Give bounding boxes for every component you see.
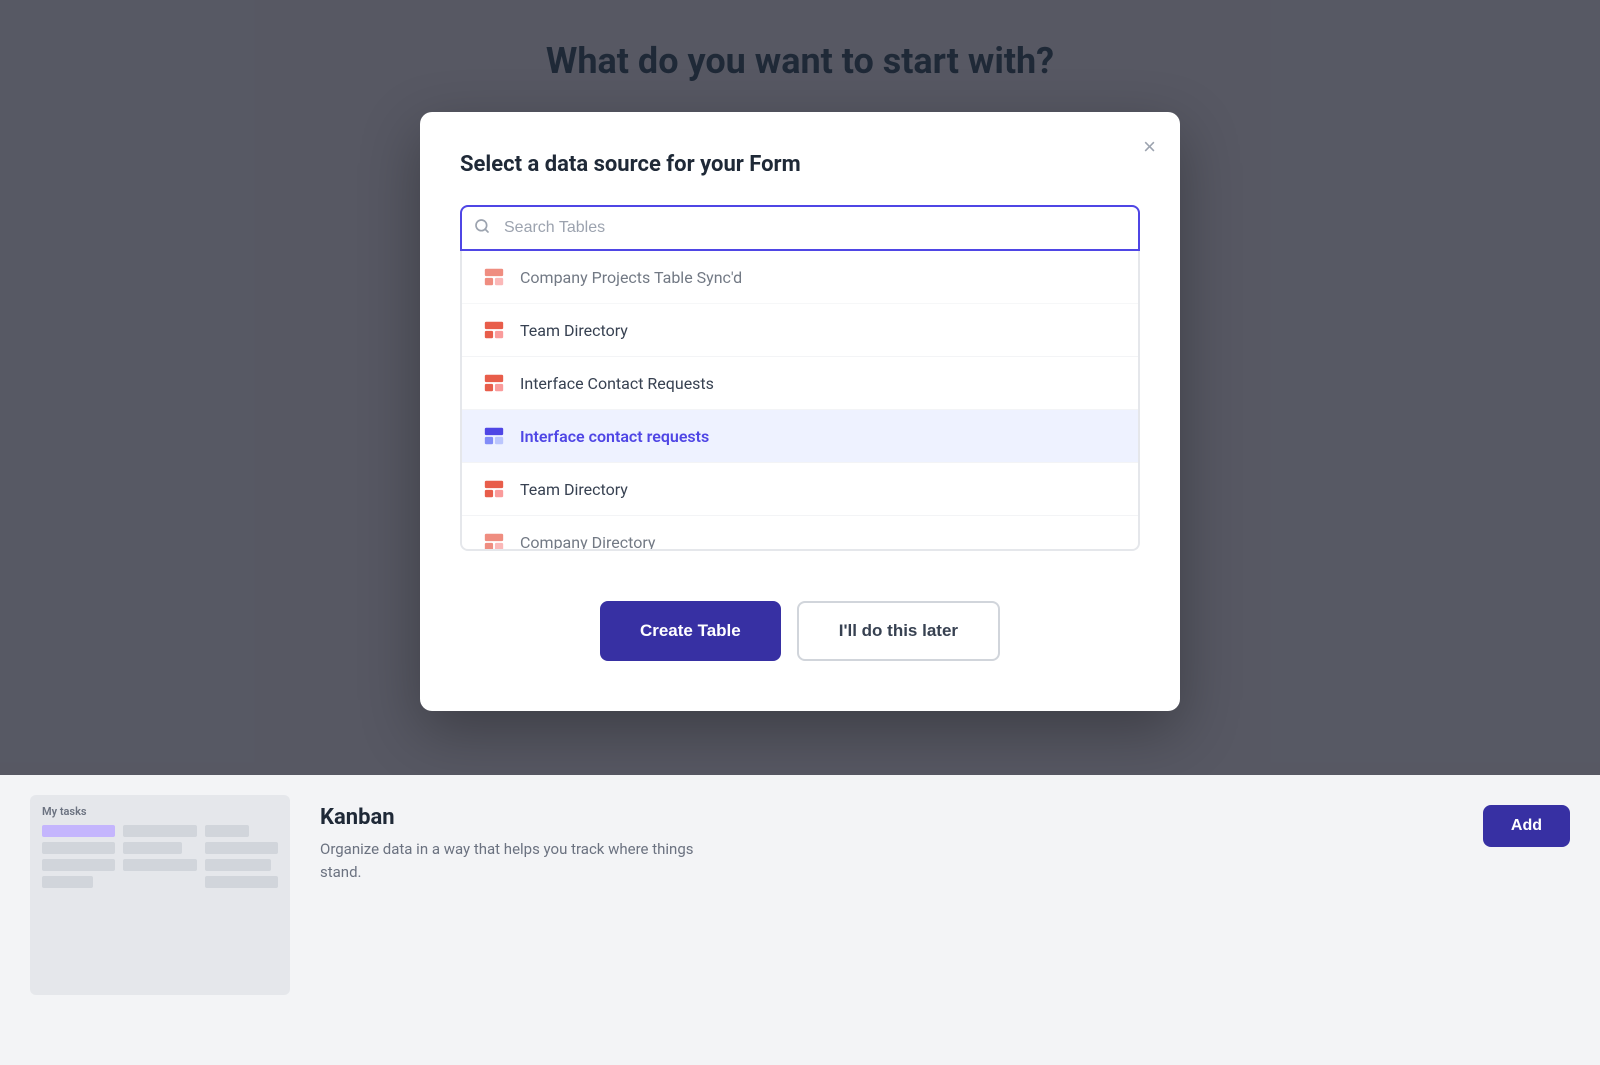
- search-icon: [474, 218, 490, 238]
- bottom-strip: My tasks Kanban Organize data in a: [0, 775, 1600, 1065]
- close-button[interactable]: ×: [1139, 132, 1160, 162]
- add-button[interactable]: Add: [1483, 805, 1570, 847]
- table-list-item[interactable]: Team Directory: [462, 304, 1138, 357]
- table-list: Company Projects Table Sync'd Team Direc…: [460, 251, 1140, 551]
- modal-title: Select a data source for your Form: [460, 152, 1140, 177]
- modal: × Select a data source for your Form Com…: [420, 112, 1180, 711]
- table-list-item[interactable]: Company Directory: [462, 516, 1138, 551]
- kanban-description: Organize data in a way that helps you tr…: [320, 838, 720, 883]
- table-item-name: Team Directory: [520, 321, 628, 340]
- table-icon: [482, 530, 506, 551]
- table-list-item[interactable]: Interface Contact Requests: [462, 357, 1138, 410]
- table-list-item[interactable]: Company Projects Table Sync'd: [462, 251, 1138, 304]
- table-list-item[interactable]: Interface contact requests: [462, 410, 1138, 463]
- kanban-preview: My tasks: [30, 795, 290, 995]
- modal-buttons: Create Table I'll do this later: [460, 601, 1140, 661]
- table-item-name: Interface Contact Requests: [520, 374, 714, 393]
- table-item-name: Interface contact requests: [520, 427, 709, 446]
- table-icon: [482, 371, 506, 395]
- table-icon: [482, 318, 506, 342]
- do-later-button[interactable]: I'll do this later: [797, 601, 1000, 661]
- kanban-preview-label: My tasks: [42, 805, 87, 818]
- table-item-name: Company Projects Table Sync'd: [520, 268, 742, 287]
- kanban-title: Kanban: [320, 805, 720, 830]
- search-container: [460, 205, 1140, 251]
- create-table-button[interactable]: Create Table: [600, 601, 781, 661]
- kanban-info: Kanban Organize data in a way that helps…: [320, 795, 720, 883]
- table-item-name: Company Directory: [520, 533, 656, 552]
- search-input[interactable]: [460, 205, 1140, 251]
- table-icon: [482, 424, 506, 448]
- page-title: What do you want to start with?: [546, 40, 1054, 82]
- table-item-name: Team Directory: [520, 480, 628, 499]
- table-icon: [482, 477, 506, 501]
- table-icon: [482, 265, 506, 289]
- table-list-item[interactable]: Team Directory: [462, 463, 1138, 516]
